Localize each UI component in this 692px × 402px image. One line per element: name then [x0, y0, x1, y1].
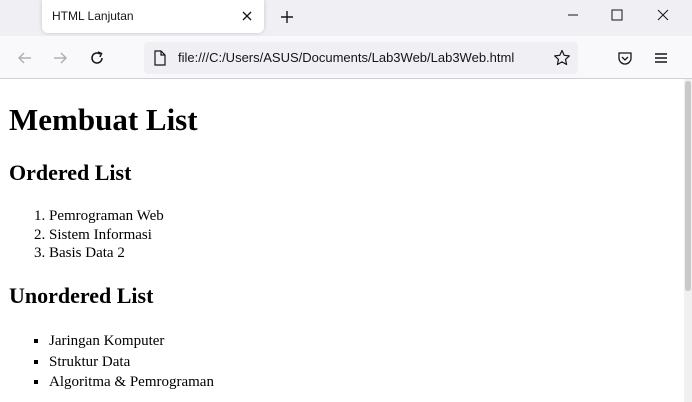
reload-icon[interactable]	[84, 45, 110, 71]
forward-arrow-icon[interactable]	[47, 45, 73, 71]
ordered-list-heading: Ordered List	[9, 160, 132, 185]
navigation-toolbar: file:///C:/Users/ASUS/Documents/Lab3Web/…	[0, 36, 692, 79]
back-arrow-icon[interactable]	[12, 45, 38, 71]
tab-title: HTML Lanjutan	[52, 9, 134, 23]
page-icon	[153, 50, 167, 71]
url-text[interactable]: file:///C:/Users/ASUS/Documents/Lab3Web/…	[178, 50, 514, 65]
list-item: Pemrograman Web	[49, 207, 164, 226]
star-icon[interactable]	[553, 49, 571, 72]
scrollbar-thumb[interactable]	[685, 81, 691, 291]
list-item: Struktur Data	[49, 352, 214, 373]
close-window-icon[interactable]	[640, 0, 686, 30]
page-heading: Membuat List	[9, 102, 198, 137]
tab-bar: HTML Lanjutan	[0, 0, 692, 36]
pocket-icon[interactable]	[612, 45, 638, 71]
list-item: Algoritma & Pemrograman	[49, 372, 214, 393]
hamburger-menu-icon[interactable]	[648, 45, 674, 71]
browser-tab[interactable]: HTML Lanjutan	[42, 0, 264, 33]
page-content: Membuat List Ordered List Pemrograman We…	[0, 79, 684, 402]
list-item: Basis Data 2	[49, 244, 164, 263]
maximize-icon[interactable]	[594, 0, 640, 30]
new-tab-icon[interactable]	[276, 6, 298, 28]
minimize-icon[interactable]	[550, 0, 596, 30]
unordered-list: Jaringan Komputer Struktur Data Algoritm…	[9, 331, 214, 393]
ordered-list: Pemrograman Web Sistem Informasi Basis D…	[9, 207, 164, 263]
address-bar[interactable]: file:///C:/Users/ASUS/Documents/Lab3Web/…	[144, 42, 578, 74]
close-tab-icon[interactable]	[236, 5, 258, 27]
unordered-list-heading: Unordered List	[9, 283, 154, 308]
list-item: Jaringan Komputer	[49, 331, 214, 352]
list-item: Sistem Informasi	[49, 226, 164, 245]
